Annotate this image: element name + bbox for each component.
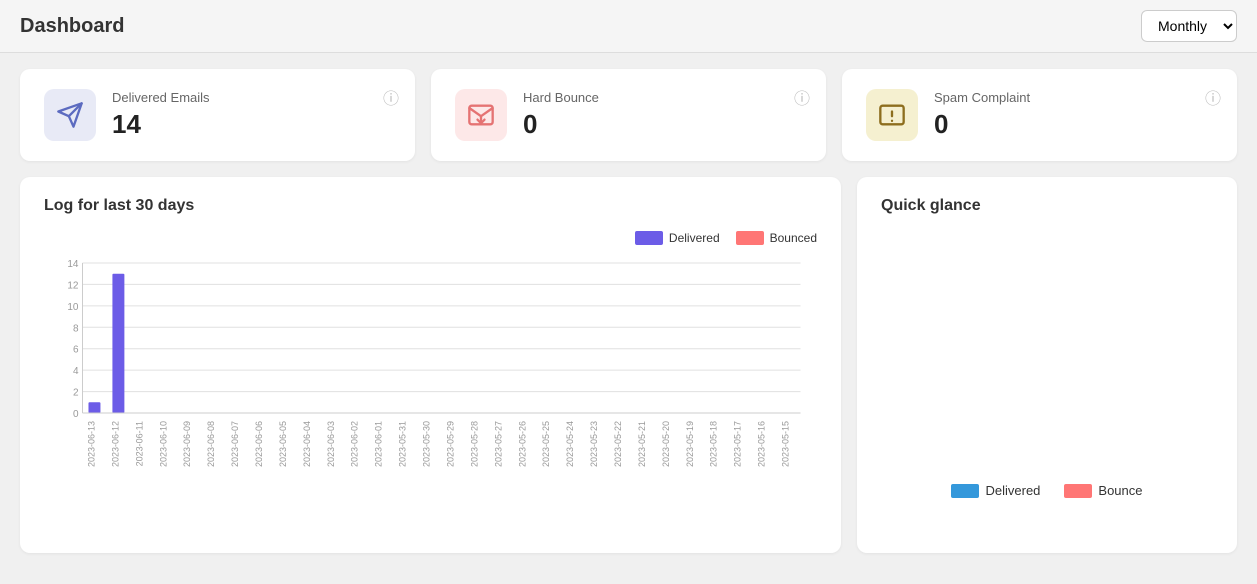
svg-text:2023-06-04: 2023-06-04: [302, 421, 312, 467]
page-title: Dashboard: [20, 15, 124, 38]
stat-label-hard-bounce: Hard Bounce: [523, 90, 802, 105]
svg-text:2023-05-31: 2023-05-31: [398, 421, 408, 467]
svg-text:2023-05-21: 2023-05-21: [637, 421, 647, 467]
svg-text:2023-05-18: 2023-05-18: [709, 421, 719, 467]
donut-svg-container: 14 0: [927, 231, 1167, 471]
donut-chart-title: Quick glance: [881, 197, 1213, 215]
svg-text:2023-06-09: 2023-06-09: [182, 421, 192, 467]
svg-text:2023-06-02: 2023-06-02: [350, 421, 360, 467]
donut-legend-item: Delivered: [951, 483, 1040, 498]
stat-label-delivered-emails: Delivered Emails: [112, 90, 391, 105]
info-icon-delivered-emails[interactable]: ⓘ: [383, 85, 399, 109]
donut-wrapper: 14 0 Delivered Bounce: [881, 231, 1213, 498]
paper-plane-icon: [44, 89, 96, 141]
stat-info-hard-bounce: Hard Bounce 0: [523, 90, 802, 140]
donut-legend-color: [951, 484, 979, 498]
bar-chart-wrapper: 0 2 4 6 8 10 12 14 2023-06-13 2023-06-12 2023-06-1…: [44, 253, 817, 533]
svg-text:2023-05-19: 2023-05-19: [685, 421, 695, 467]
info-icon-hard-bounce[interactable]: ⓘ: [794, 85, 810, 109]
bar-chart-svg: 0 2 4 6 8 10 12 14 2023-06-13 2023-06-12 2023-06-1…: [44, 253, 817, 533]
donut-legend-label: Delivered: [985, 483, 1040, 498]
info-icon-spam-complaint[interactable]: ⓘ: [1205, 85, 1221, 109]
svg-text:2023-05-29: 2023-05-29: [445, 421, 455, 467]
svg-text:2023-06-05: 2023-06-05: [278, 421, 288, 467]
svg-text:2023-06-10: 2023-06-10: [158, 421, 168, 467]
main-content: Delivered Emails 14 ⓘ Hard Bounce 0 ⓘ Sp…: [0, 53, 1257, 569]
donut-legend-color: [1064, 484, 1092, 498]
svg-text:2023-05-23: 2023-05-23: [589, 421, 599, 467]
stat-card-spam-complaint: Spam Complaint 0 ⓘ: [842, 69, 1237, 161]
svg-text:2023-05-30: 2023-05-30: [422, 421, 432, 467]
charts-row: Log for last 30 days DeliveredBounced 02…: [20, 177, 1237, 553]
stat-info-spam-complaint: Spam Complaint 0: [934, 90, 1213, 140]
svg-text:14: 14: [1040, 424, 1055, 439]
svg-text:2023-06-12: 2023-06-12: [110, 421, 120, 467]
svg-text:2: 2: [73, 388, 79, 399]
donut-chart-card: Quick glance 14 0 Delivered Bounce: [857, 177, 1237, 553]
spam-icon: [866, 89, 918, 141]
svg-text:2023-05-20: 2023-05-20: [661, 421, 671, 467]
svg-text:0: 0: [73, 409, 79, 420]
svg-text:4: 4: [73, 366, 79, 377]
legend-label: Delivered: [669, 231, 720, 245]
bar-legend-item: Delivered: [635, 231, 720, 245]
svg-text:2023-05-15: 2023-05-15: [781, 421, 791, 467]
svg-text:12: 12: [67, 280, 79, 291]
stat-info-delivered-emails: Delivered Emails 14: [112, 90, 391, 140]
svg-text:2023-05-26: 2023-05-26: [517, 421, 527, 467]
svg-text:2023-06-03: 2023-06-03: [326, 421, 336, 467]
stats-row: Delivered Emails 14 ⓘ Hard Bounce 0 ⓘ Sp…: [20, 69, 1237, 161]
page-header: Dashboard DailyWeeklyMonthlyYearly: [0, 0, 1257, 53]
stat-value-spam-complaint: 0: [934, 109, 1213, 140]
svg-text:2023-05-27: 2023-05-27: [493, 421, 503, 467]
svg-text:2023-06-11: 2023-06-11: [134, 421, 144, 466]
stat-value-hard-bounce: 0: [523, 109, 802, 140]
svg-text:6: 6: [73, 345, 79, 356]
stat-card-delivered-emails: Delivered Emails 14 ⓘ: [20, 69, 415, 161]
donut-svg: 14 0: [927, 231, 1167, 471]
legend-color: [635, 231, 663, 245]
period-select[interactable]: DailyWeeklyMonthlyYearly: [1141, 10, 1237, 42]
svg-text:2023-06-06: 2023-06-06: [254, 421, 264, 467]
legend-label: Bounced: [770, 231, 817, 245]
svg-text:2023-05-25: 2023-05-25: [541, 421, 551, 467]
bounce-mail-icon: [455, 89, 507, 141]
stat-value-delivered-emails: 14: [112, 109, 391, 140]
svg-text:14: 14: [67, 259, 79, 270]
bar-chart-title: Log for last 30 days: [44, 197, 817, 215]
bar-legend-item: Bounced: [736, 231, 817, 245]
svg-text:8: 8: [73, 323, 79, 334]
donut-legend-label: Bounce: [1098, 483, 1142, 498]
svg-text:2023-06-08: 2023-06-08: [206, 421, 216, 467]
bar-chart-legend: Delivered Bounced: [44, 231, 817, 245]
stat-label-spam-complaint: Spam Complaint: [934, 90, 1213, 105]
svg-text:10: 10: [67, 302, 79, 313]
svg-text:2023-06-01: 2023-06-01: [374, 421, 384, 467]
svg-text:2023-06-07: 2023-06-07: [230, 421, 240, 467]
svg-text:2023-05-24: 2023-05-24: [565, 421, 575, 467]
svg-text:2023-05-16: 2023-05-16: [757, 421, 767, 467]
svg-text:2023-05-22: 2023-05-22: [613, 421, 623, 467]
bar-chart-card: Log for last 30 days DeliveredBounced 02…: [20, 177, 841, 553]
svg-text:2023-05-17: 2023-05-17: [733, 421, 743, 467]
donut-legend: Delivered Bounce: [951, 483, 1142, 498]
donut-legend-item: Bounce: [1064, 483, 1142, 498]
svg-text:0: 0: [1043, 264, 1050, 279]
legend-color: [736, 231, 764, 245]
stat-card-hard-bounce: Hard Bounce 0 ⓘ: [431, 69, 826, 161]
svg-text:2023-05-28: 2023-05-28: [469, 421, 479, 467]
svg-text:2023-06-13: 2023-06-13: [86, 421, 96, 467]
